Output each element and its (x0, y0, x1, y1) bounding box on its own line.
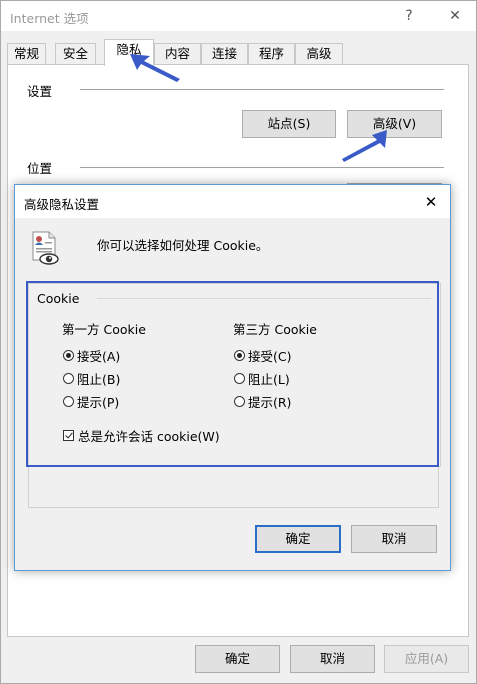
third-party-block-radio[interactable] (234, 372, 245, 384)
tab-general[interactable]: 常规 (7, 43, 46, 64)
third-party-prompt-option[interactable]: 提示(R) (234, 392, 291, 410)
advanced-privacy-dialog: 高级隐私设置 ✕ 你可以选择如何处理 Cookie。 Cookie 第一方 Co… (14, 184, 451, 571)
tab-advanced[interactable]: 高级 (295, 43, 343, 64)
session-cookie-checkbox[interactable] (63, 429, 74, 441)
dialog-intro-text: 你可以选择如何处理 Cookie。 (97, 238, 269, 253)
tab-security[interactable]: 安全 (55, 43, 96, 64)
third-party-block-label: 阻止(L) (248, 371, 290, 387)
first-party-prompt-label: 提示(P) (77, 394, 120, 410)
cookie-group-label: Cookie (37, 291, 80, 306)
dialog-ok-button[interactable]: 确定 (255, 525, 341, 553)
override-group-box (28, 467, 439, 508)
help-icon[interactable]: ? (396, 5, 422, 27)
cancel-button[interactable]: 取消 (290, 645, 375, 673)
first-party-accept-radio[interactable] (63, 349, 74, 361)
third-party-title: 第三方 Cookie (233, 322, 317, 337)
tab-connections[interactable]: 连接 (201, 43, 248, 64)
tab-programs[interactable]: 程序 (248, 43, 295, 64)
first-party-block-label: 阻止(B) (77, 371, 121, 387)
third-party-prompt-label: 提示(R) (248, 394, 292, 410)
first-party-block-option[interactable]: 阻止(B) (63, 369, 120, 387)
tab-privacy[interactable]: 隐私 (104, 39, 154, 66)
third-party-prompt-radio[interactable] (234, 395, 245, 407)
cookie-legend-divider (97, 298, 431, 299)
location-group-label: 位置 (27, 158, 59, 177)
dialog-title-bar: 高级隐私设置 ✕ (15, 185, 450, 218)
third-party-block-option[interactable]: 阻止(L) (234, 369, 290, 387)
first-party-accept-option[interactable]: 接受(A) (63, 346, 120, 364)
third-party-accept-label: 接受(C) (248, 348, 292, 364)
session-cookie-option[interactable]: 总是允许会话 cookie(W) (63, 426, 220, 444)
location-divider (80, 167, 444, 168)
tab-content[interactable]: 内容 (154, 43, 201, 64)
settings-divider (80, 89, 444, 90)
session-cookie-label: 总是允许会话 cookie(W) (78, 428, 220, 444)
first-party-block-radio[interactable] (63, 372, 74, 384)
first-party-prompt-option[interactable]: 提示(P) (63, 392, 119, 410)
title-bar: Internet 选项 ? ✕ (1, 1, 476, 31)
third-party-accept-option[interactable]: 接受(C) (234, 346, 291, 364)
first-party-prompt-radio[interactable] (63, 395, 74, 407)
ok-button[interactable]: 确定 (195, 645, 280, 673)
dialog-cancel-button[interactable]: 取消 (351, 525, 437, 553)
privacy-document-eye-icon (32, 231, 59, 265)
dialog-close-icon[interactable]: ✕ (420, 191, 442, 213)
sites-button[interactable]: 站点(S) (242, 110, 336, 138)
apply-button[interactable]: 应用(A) (384, 645, 469, 673)
window-title: Internet 选项 (10, 11, 89, 26)
close-icon[interactable]: ✕ (442, 5, 468, 27)
first-party-title: 第一方 Cookie (62, 322, 146, 337)
third-party-accept-radio[interactable] (234, 349, 245, 361)
settings-group-label: 设置 (27, 81, 59, 100)
first-party-accept-label: 接受(A) (77, 348, 121, 364)
dialog-title: 高级隐私设置 (24, 197, 100, 212)
advanced-button[interactable]: 高级(V) (347, 110, 442, 138)
